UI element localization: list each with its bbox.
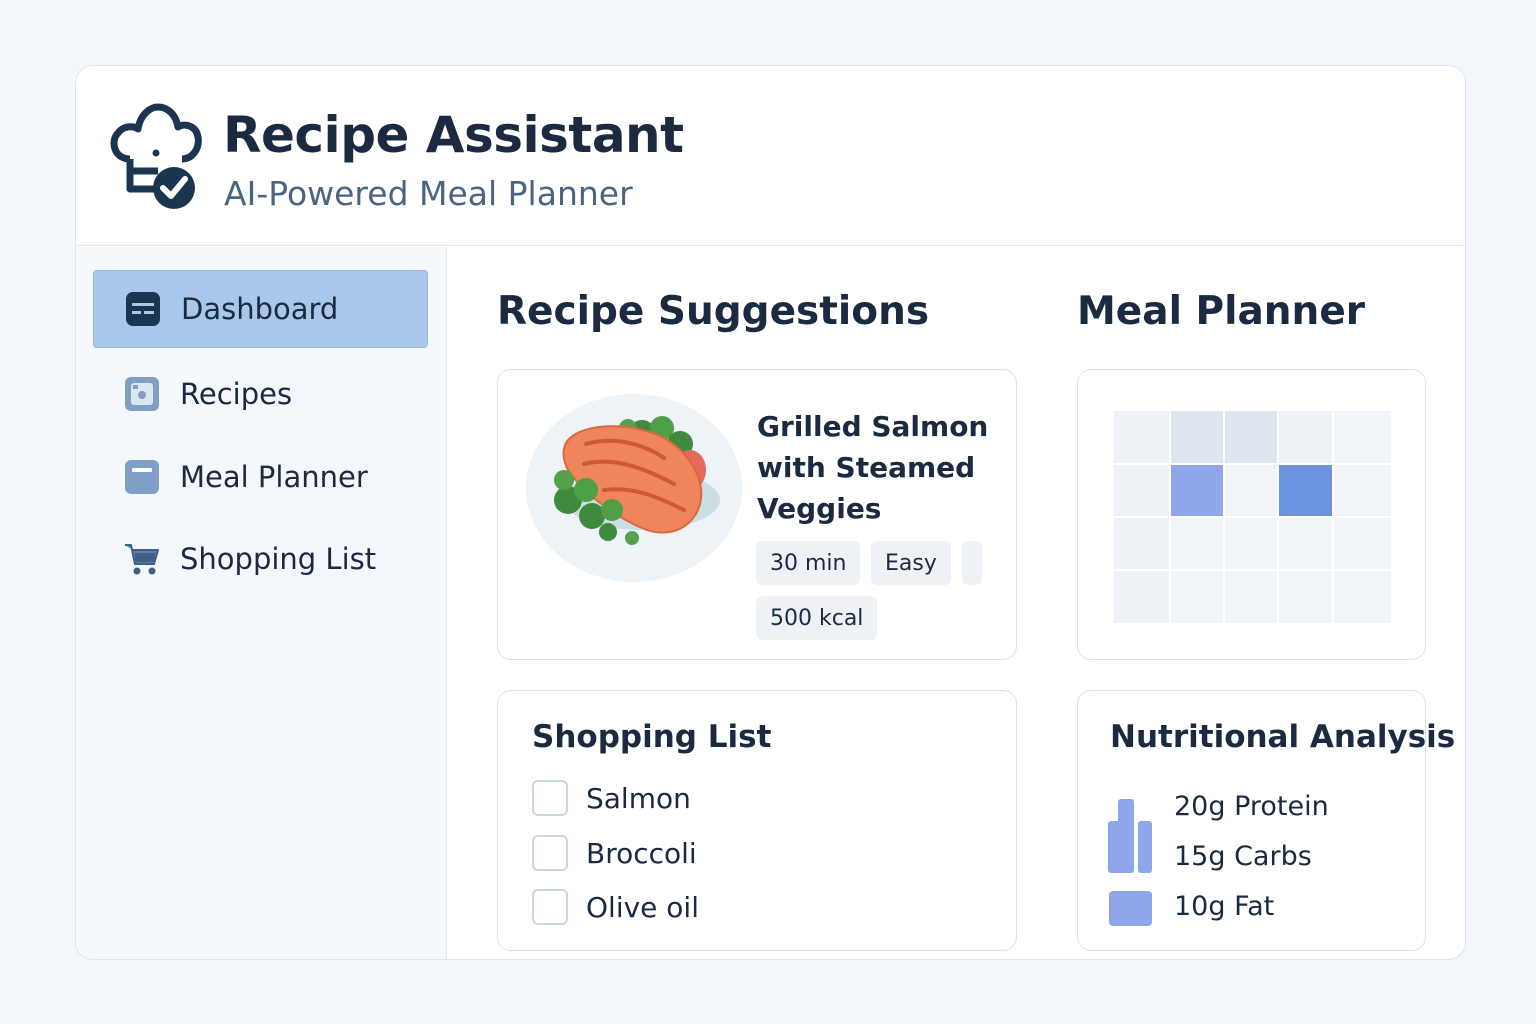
recipe-tag-difficulty: Easy [871,541,951,585]
salmon-dish-image [526,394,742,582]
nutrition-fat: 10g Fat [1174,891,1275,922]
planner-cell[interactable] [1279,518,1332,569]
shopping-item-checkbox[interactable] [532,889,568,925]
planner-cell[interactable] [1334,571,1391,623]
sidebar-item-label: Dashboard [181,292,339,326]
sidebar-item-shopping-list[interactable]: Shopping List [93,520,428,598]
shopping-item-checkbox[interactable] [532,835,568,871]
shopping-item: Olive oil [532,887,699,927]
nutrition-chart-icon [1108,799,1152,926]
meal-planner-title: Meal Planner [1077,289,1366,334]
sidebar-item-meal-planner[interactable]: Meal Planner [93,438,428,516]
meal-planner-grid [1114,411,1391,623]
planner-cell[interactable] [1334,465,1391,516]
recipe-card[interactable]: Grilled Salmon with Steamed Veggies 30 m… [497,369,1017,660]
nutrition-carbs: 15g Carbs [1174,841,1312,872]
recipe-tag-time: 30 min [756,541,861,585]
header: Recipe Assistant AI-Powered Meal Planner [76,66,1465,246]
shopping-item: Salmon [532,778,691,818]
planner-cell[interactable] [1171,571,1223,623]
planner-cell[interactable] [1225,411,1277,463]
app-subtitle: AI-Powered Meal Planner [224,174,633,213]
sidebar-item-label: Meal Planner [180,460,368,494]
planner-cell[interactable] [1171,411,1223,463]
planner-cell-meal[interactable] [1171,465,1223,516]
planner-cell[interactable] [1114,518,1169,569]
planner-cell[interactable] [1114,411,1169,463]
recipe-tag-overflow [962,541,982,585]
shopping-item: Broccoli [532,833,697,873]
planner-cell[interactable] [1114,465,1169,516]
sidebar-item-label: Shopping List [180,542,377,576]
planner-cell-meal[interactable] [1279,465,1332,516]
planner-cell[interactable] [1225,465,1277,516]
dashboard-icon [126,292,160,326]
shopping-item-label: Salmon [586,781,691,815]
recipe-book-icon [125,377,159,411]
app-title: Recipe Assistant [223,106,684,164]
sidebar: Dashboard Recipes Meal Planner Shopping … [76,247,447,959]
recipe-name: Grilled Salmon with Steamed Veggies [757,410,989,525]
planner-cell[interactable] [1334,411,1391,463]
shopping-item-label: Broccoli [586,836,697,870]
recipe-tag-calories: 500 kcal [756,596,878,640]
app-window: Recipe Assistant AI-Powered Meal Planner… [75,65,1466,960]
chef-hat-check-icon [110,103,202,209]
planner-cell[interactable] [1171,518,1223,569]
nutrition-protein: 20g Protein [1174,791,1329,822]
sidebar-item-label: Recipes [180,377,293,411]
shopping-list-title: Shopping List [532,719,772,755]
meal-planner-card [1077,369,1426,660]
shopping-item-label: Olive oil [586,890,699,924]
planner-cell[interactable] [1279,411,1332,463]
shopping-item-checkbox[interactable] [532,780,568,816]
planner-cell[interactable] [1279,571,1332,623]
planner-cell[interactable] [1334,518,1391,569]
sidebar-item-dashboard[interactable]: Dashboard [93,270,428,348]
cart-icon [125,544,159,575]
sidebar-item-recipes[interactable]: Recipes [93,355,428,433]
recipe-suggestions-title: Recipe Suggestions [497,289,930,334]
planner-cell[interactable] [1114,571,1169,623]
shopping-list-card: Shopping List Salmon Broccoli Olive oil [497,690,1017,951]
calendar-icon [125,460,159,494]
planner-cell[interactable] [1225,571,1277,623]
nutrition-card: Nutritional Analysis 20g Protein 15g Car… [1077,690,1455,951]
planner-cell[interactable] [1225,518,1277,569]
nutrition-title: Nutritional Analysis [1110,719,1456,755]
